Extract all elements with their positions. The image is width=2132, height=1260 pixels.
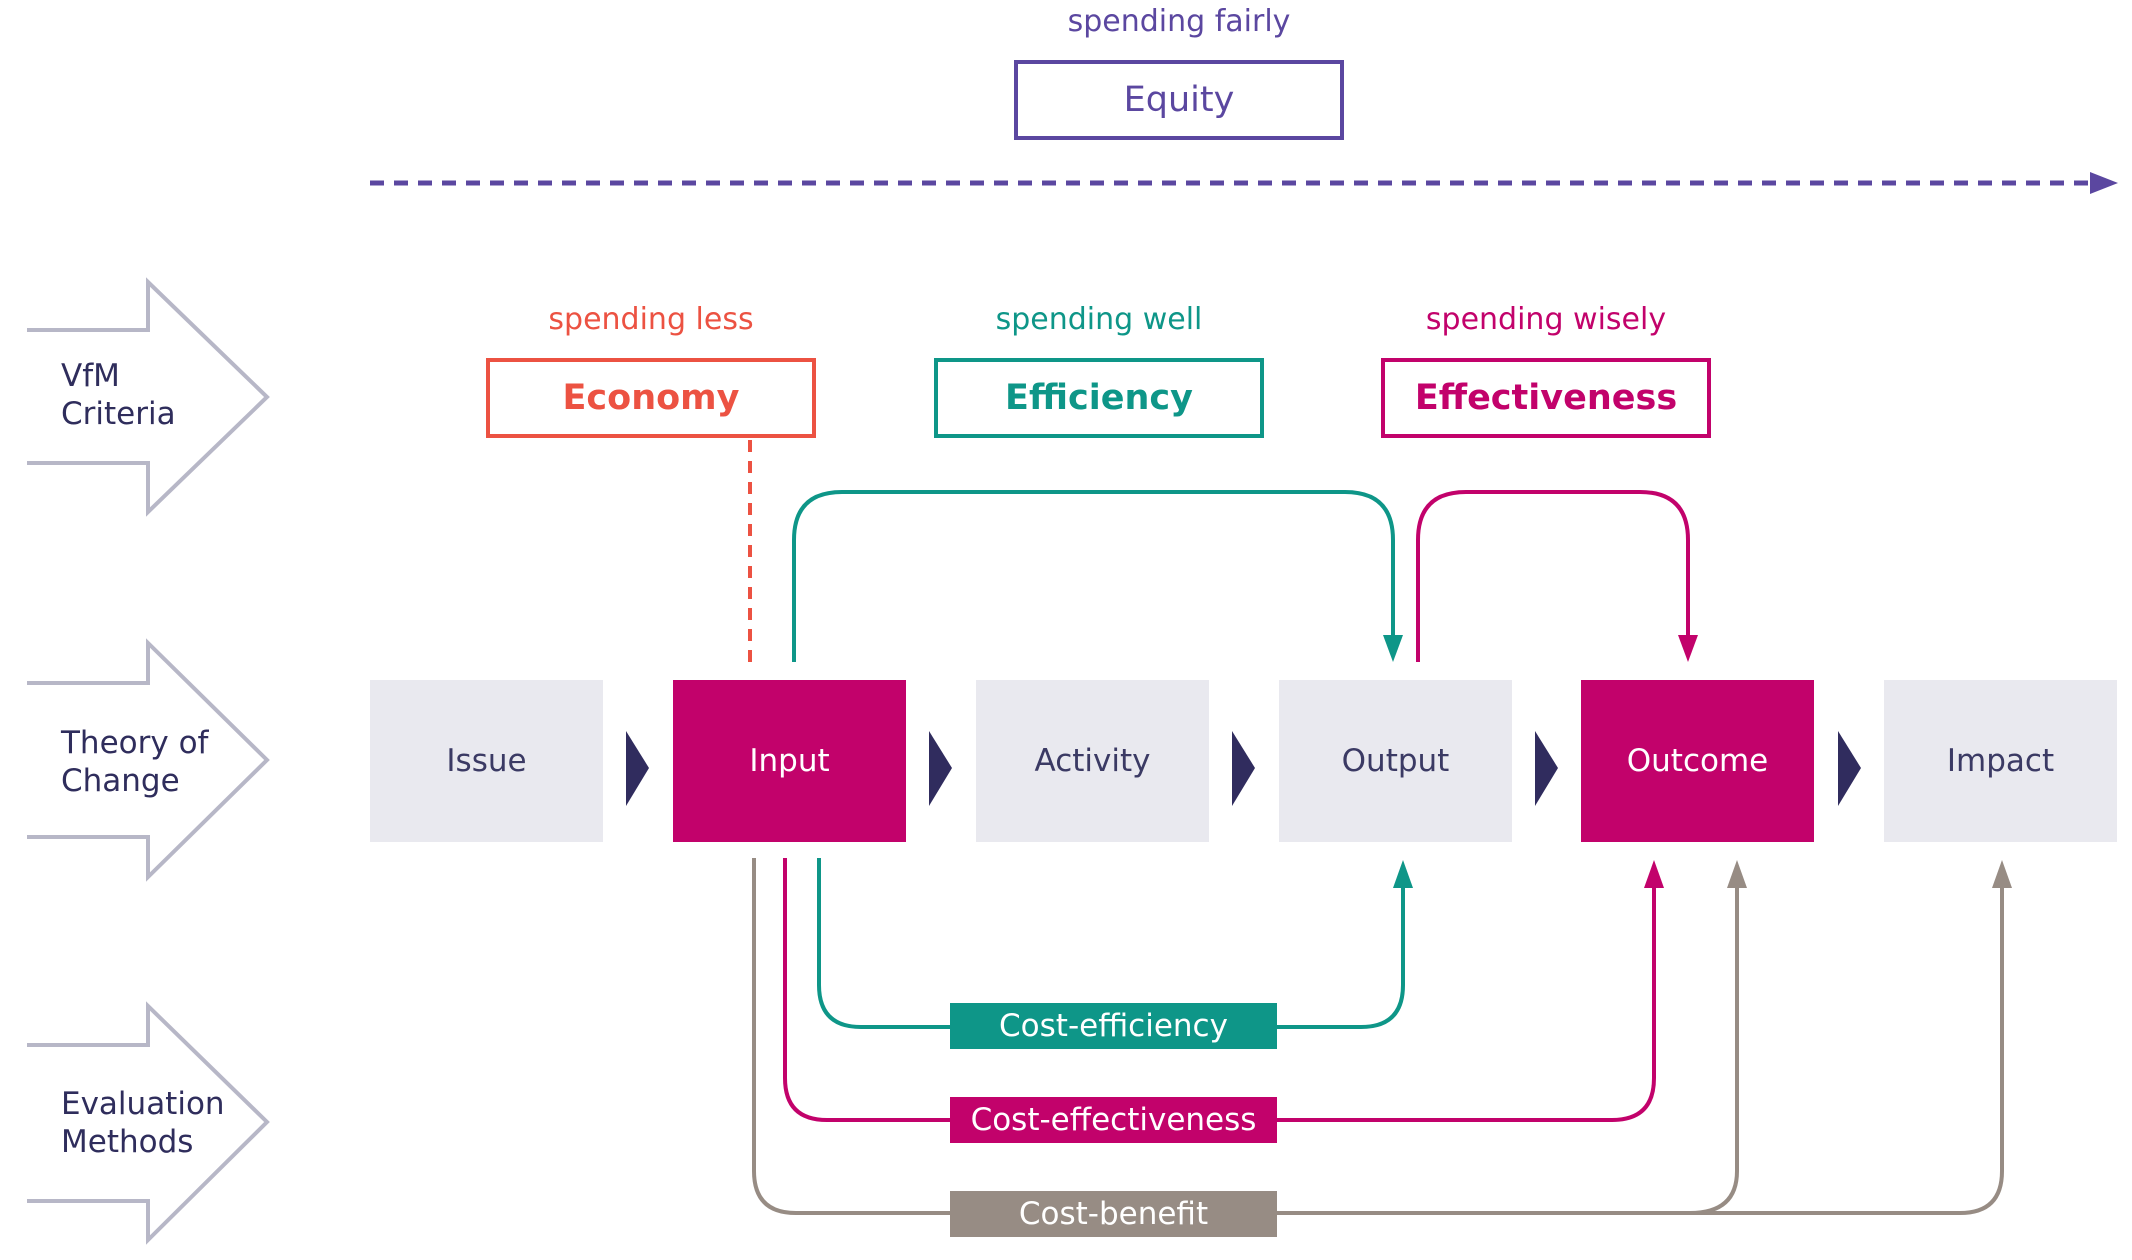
chevron-right-icon xyxy=(929,731,952,806)
row-label-line: Methods xyxy=(61,1124,194,1160)
stage-label: Activity xyxy=(1034,743,1151,779)
equity-arrowhead-icon xyxy=(2090,172,2118,194)
row-label-evaluation-methods: Evaluation Methods xyxy=(61,1085,225,1161)
efficiency-label: Efficiency xyxy=(1005,378,1193,418)
stage-label: Impact xyxy=(1946,743,2055,779)
method-cost-effectiveness: Cost-effectiveness xyxy=(950,1097,1277,1143)
stage-label: Outcome xyxy=(1626,743,1769,779)
chevron-right-icon xyxy=(1838,731,1861,806)
stage-outcome: Outcome xyxy=(1581,680,1814,842)
cost-efficiency-arrowhead-icon xyxy=(1393,860,1413,888)
equity-subtitle: spending fairly xyxy=(1067,4,1291,39)
row-label-line: Theory of xyxy=(61,725,209,761)
efficiency-loop xyxy=(792,490,1395,662)
cost-benefit-arrowhead-impact-icon xyxy=(1992,860,2012,888)
cost-efficiency-path xyxy=(817,858,1405,1029)
efficiency-box: Efficiency xyxy=(934,358,1264,438)
method-label: Cost-efficiency xyxy=(999,1008,1228,1044)
cost-effectiveness-arrowhead-icon xyxy=(1644,860,1664,888)
row-label-theory-of-change: Theory of Change xyxy=(61,724,208,800)
row-label-line: VfM xyxy=(61,358,120,394)
row-label-line: Change xyxy=(61,763,180,799)
cost-benefit-branch xyxy=(1689,885,1739,1215)
chevron-right-icon xyxy=(1232,731,1255,806)
method-cost-benefit: Cost-benefit xyxy=(950,1191,1277,1237)
equity-label: Equity xyxy=(1123,80,1235,120)
diagram-connectors xyxy=(27,172,2118,1245)
economy-box: Economy xyxy=(486,358,816,438)
stage-output: Output xyxy=(1279,680,1512,842)
method-label: Cost-effectiveness xyxy=(970,1102,1257,1138)
stage-activity: Activity xyxy=(976,680,1209,842)
stage-label: Input xyxy=(749,743,830,779)
method-label: Cost-benefit xyxy=(1018,1196,1209,1232)
method-cost-efficiency: Cost-efficiency xyxy=(950,1003,1277,1049)
chevron-right-icon xyxy=(626,731,649,806)
stage-label: Issue xyxy=(446,743,527,779)
economy-label: Economy xyxy=(562,378,740,418)
chevron-right-icon xyxy=(1535,731,1558,806)
stage-issue: Issue xyxy=(370,680,603,842)
effectiveness-label: Effectiveness xyxy=(1414,378,1678,418)
effectiveness-box: Effectiveness xyxy=(1381,358,1711,438)
effectiveness-loop xyxy=(1416,490,1690,662)
cost-benefit-arrowhead-outcome-icon xyxy=(1727,860,1747,888)
stage-input: Input xyxy=(673,680,906,842)
row-label-line: Evaluation xyxy=(61,1086,225,1122)
stage-label: Output xyxy=(1341,743,1450,779)
economy-subtitle: spending less xyxy=(548,302,754,337)
efficiency-arrowhead-icon xyxy=(1383,635,1403,662)
row-label-vfm-criteria: VfM Criteria xyxy=(61,357,176,433)
effectiveness-arrowhead-icon xyxy=(1678,635,1698,662)
cost-benefit-path xyxy=(752,858,2004,1215)
row-label-line: Criteria xyxy=(61,396,176,432)
effectiveness-subtitle: spending wisely xyxy=(1425,302,1667,337)
equity-box: Equity xyxy=(1014,60,1344,140)
stage-impact: Impact xyxy=(1884,680,2117,842)
efficiency-subtitle: spending well xyxy=(995,302,1203,337)
cost-effectiveness-path xyxy=(783,858,1656,1122)
